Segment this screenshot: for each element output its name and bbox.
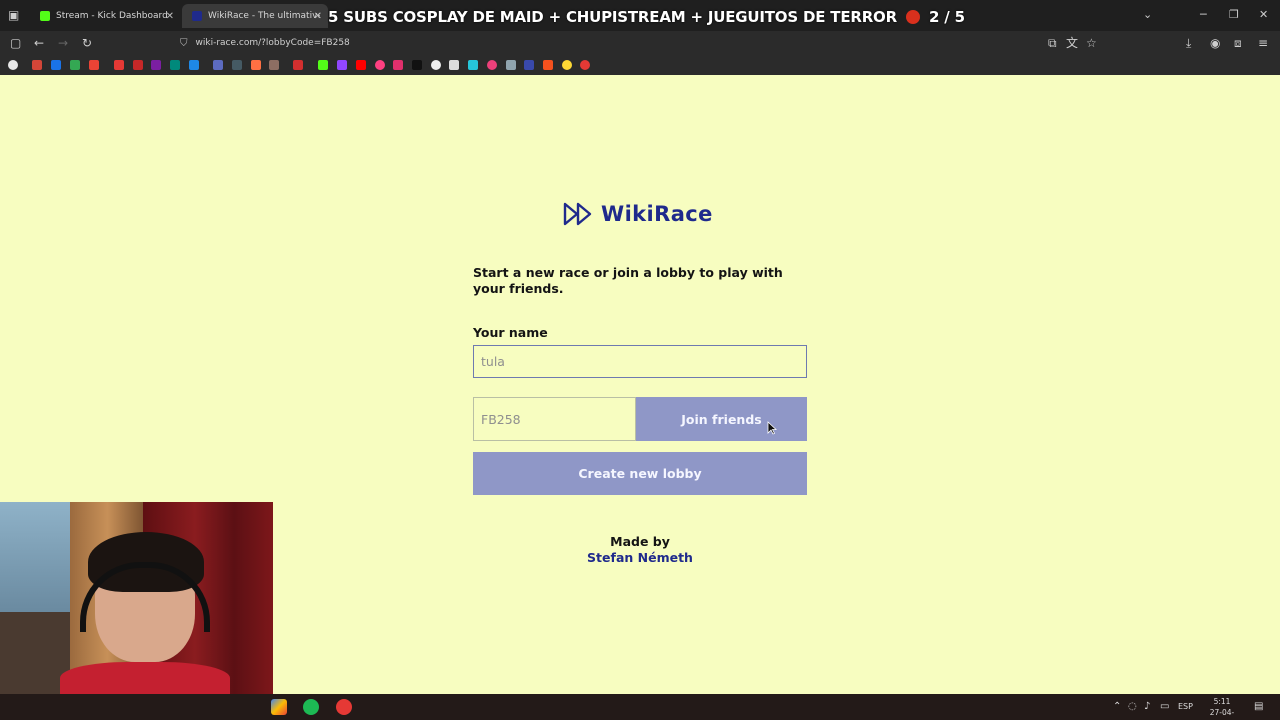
address-bar[interactable]: ⛉ wiki-race.com/?lobbyCode=FB258 <box>180 34 1100 52</box>
bookmark-icon[interactable] <box>468 60 478 70</box>
tab-list-chevron-icon[interactable]: ⌄ <box>1143 8 1152 21</box>
forward-icon[interactable]: → <box>58 36 68 50</box>
bookmark-icon[interactable] <box>356 60 366 70</box>
bookmark-icon[interactable] <box>375 60 385 70</box>
author-link[interactable]: Stefan Németh <box>473 550 807 565</box>
tab-title: Stream - Kick Dashboard <box>56 11 168 21</box>
mouse-cursor-icon <box>767 421 777 435</box>
reload-icon[interactable]: ↻ <box>82 36 92 50</box>
webcam-background <box>0 502 70 612</box>
bookmark-icon[interactable] <box>213 60 223 70</box>
extensions-icon[interactable]: ⧈ <box>1234 36 1242 50</box>
bookmark-icon[interactable] <box>51 60 61 70</box>
menu-icon[interactable]: ≡ <box>1258 36 1268 50</box>
bookmark-icon[interactable] <box>89 60 99 70</box>
bookmark-icon[interactable] <box>393 60 403 70</box>
clock-date: 27-04-2026 <box>1209 708 1235 720</box>
obs-icon[interactable] <box>336 699 352 715</box>
sidebar-icon[interactable]: ▢ <box>10 36 21 50</box>
network-icon[interactable]: ▭ <box>1160 701 1169 712</box>
bookmark-icon[interactable] <box>562 60 572 70</box>
tab-kick-dashboard[interactable]: Stream - Kick Dashboard ✕ <box>30 4 180 28</box>
bookmark-icon[interactable] <box>337 60 347 70</box>
bookmarks-bar <box>0 55 1280 75</box>
logo-text: WikiRace <box>601 202 713 226</box>
create-lobby-button[interactable]: Create new lobby <box>473 452 807 495</box>
profile-icon[interactable]: ◉ <box>1210 36 1220 50</box>
taskbar: ⌃ ◌ ♪ ▭ ESP 5:11 27-04-2026 ▤ <box>0 694 1280 720</box>
name-input[interactable] <box>473 345 807 378</box>
back-icon[interactable]: ← <box>34 36 44 50</box>
bookmark-icon[interactable] <box>449 60 459 70</box>
wikirace-logo: WikiRace <box>563 200 713 228</box>
bookmark-icon[interactable] <box>114 60 124 70</box>
bookmark-icon[interactable] <box>151 60 161 70</box>
close-window-icon[interactable]: ✕ <box>1259 8 1268 21</box>
bookmark-icon[interactable] <box>70 60 80 70</box>
wikirace-icon <box>192 11 202 21</box>
fast-forward-icon <box>563 202 592 226</box>
close-tab-icon[interactable]: ✕ <box>166 11 174 22</box>
bookmark-icon[interactable] <box>170 60 180 70</box>
bookmark-icon[interactable] <box>8 60 18 70</box>
stream-overlay-title: 5 SUBS COSPLAY DE MAID + CHUPISTREAM + J… <box>328 8 965 26</box>
bookmark-icon[interactable] <box>251 60 261 70</box>
join-friends-button[interactable]: Join friends <box>636 397 807 441</box>
tray-chevron-icon[interactable]: ⌃ <box>1113 701 1121 712</box>
made-by-label: Made by <box>610 534 670 549</box>
bookmark-icon[interactable] <box>506 60 516 70</box>
restore-icon[interactable]: ❐ <box>1229 8 1239 21</box>
bookmark-icon[interactable] <box>524 60 534 70</box>
tray-icon[interactable]: ◌ <box>1128 701 1137 712</box>
tab-wikirace[interactable]: WikiRace - The ultimative Wiki ✕ <box>182 4 328 28</box>
tab-overview-icon[interactable]: ▣ <box>8 8 19 22</box>
webcam-overlay <box>0 502 273 700</box>
site-info-icon[interactable]: ⛉ <box>180 38 188 49</box>
bookmark-icon[interactable] <box>487 60 497 70</box>
close-tab-icon[interactable]: ✕ <box>314 11 322 22</box>
overlay-title-text: 5 SUBS COSPLAY DE MAID + CHUPISTREAM + J… <box>328 8 897 26</box>
bookmark-icon[interactable] <box>32 60 42 70</box>
taskbar-app-icon[interactable] <box>271 699 287 715</box>
spotify-icon[interactable] <box>303 699 319 715</box>
bookmark-icon[interactable] <box>293 60 303 70</box>
url-text: wiki-race.com/?lobbyCode=FB258 <box>195 38 350 48</box>
bookmark-icon[interactable] <box>232 60 242 70</box>
browser-tab-bar: ▣ Stream - Kick Dashboard ✕ WikiRace - T… <box>0 0 1280 31</box>
bookmark-icon[interactable] <box>269 60 279 70</box>
notifications-icon[interactable]: ▤ <box>1254 701 1263 712</box>
download-icon[interactable]: ⤓ <box>1186 36 1191 50</box>
bookmark-icon[interactable] <box>318 60 328 70</box>
name-label: Your name <box>473 325 548 340</box>
overlay-counter: 2 / 5 <box>929 8 965 26</box>
bookmark-icon[interactable] <box>543 60 553 70</box>
minimize-icon[interactable]: ─ <box>1200 8 1207 21</box>
intro-text: Start a new race or join a lobby to play… <box>473 265 783 296</box>
bookmark-icon[interactable] <box>189 60 199 70</box>
volume-icon[interactable]: ♪ <box>1144 701 1150 712</box>
clock-time: 5:11 <box>1213 697 1231 706</box>
lobby-code-input[interactable] <box>473 397 636 441</box>
bookmark-icon[interactable] <box>431 60 441 70</box>
angry-face-icon <box>906 10 920 24</box>
kick-icon <box>40 11 50 21</box>
bookmark-icon[interactable] <box>412 60 422 70</box>
bookmark-icon[interactable] <box>580 60 590 70</box>
tab-title: WikiRace - The ultimative Wiki <box>208 11 320 21</box>
language-indicator[interactable]: ESP <box>1178 702 1193 711</box>
bookmark-icon[interactable] <box>133 60 143 70</box>
clock[interactable]: 5:11 27-04-2026 <box>1202 696 1242 720</box>
